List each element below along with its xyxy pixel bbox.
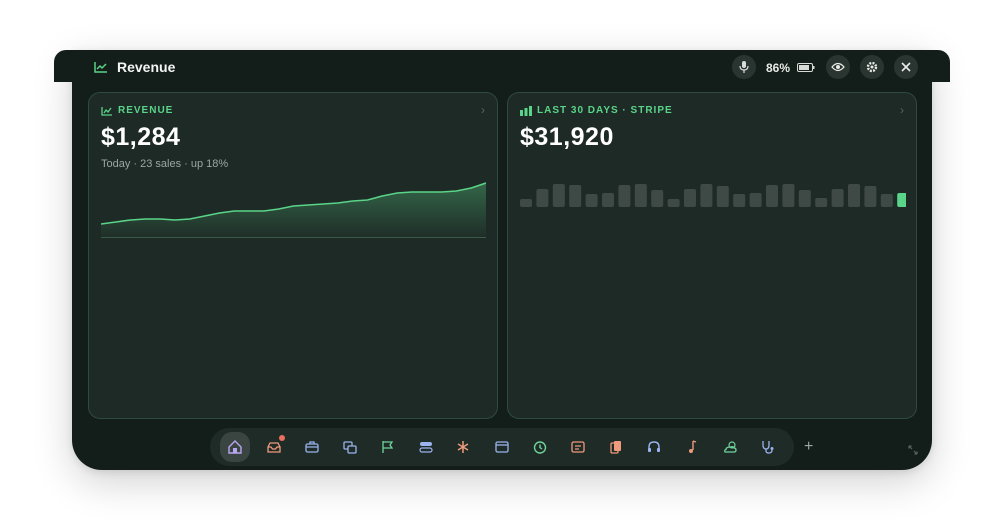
cards-icon — [610, 441, 621, 454]
toggles-icon — [419, 442, 433, 453]
stripe-value: $31,920 — [520, 123, 614, 151]
bar — [733, 194, 746, 207]
bar — [520, 199, 532, 207]
settings-button[interactable] — [860, 55, 884, 79]
microphone-button[interactable] — [732, 55, 756, 79]
chevron-right-icon[interactable]: › — [900, 103, 904, 117]
bar-chart-icon — [520, 106, 532, 116]
revenue-sparkline — [101, 182, 486, 238]
bar — [815, 198, 828, 207]
dock-item-stethoscope[interactable] — [756, 435, 780, 459]
weather-icon — [724, 441, 737, 453]
title-bar: Revenue 86% — [72, 50, 932, 84]
dock-item-home[interactable] — [220, 432, 250, 462]
gear-icon — [866, 61, 878, 73]
dock-item-asterisk[interactable] — [451, 435, 475, 459]
resize-icon[interactable] — [907, 444, 919, 456]
asterisk-icon — [457, 441, 469, 453]
bar — [684, 189, 696, 207]
dock-item-notes[interactable] — [566, 435, 590, 459]
bar — [766, 185, 778, 207]
close-button[interactable] — [894, 55, 918, 79]
bar — [651, 190, 664, 207]
browser-window-icon — [495, 441, 509, 453]
music-note-icon — [689, 440, 697, 453]
notification-badge — [279, 435, 285, 441]
window-title: Revenue — [117, 59, 176, 75]
bar — [569, 185, 582, 207]
chevron-right-icon[interactable]: › — [481, 103, 485, 117]
bar — [831, 189, 844, 207]
battery-percent: 86% — [766, 61, 791, 75]
add-widget-button[interactable]: + — [804, 438, 813, 456]
bar — [864, 186, 877, 207]
dock-item-browser-window[interactable] — [490, 435, 514, 459]
bar-today — [897, 193, 906, 207]
battery-icon — [797, 63, 815, 72]
bar — [667, 199, 680, 207]
inbox-tray-icon — [267, 442, 281, 453]
revenue-value: $1,284 — [101, 123, 181, 151]
dock-item-headphones[interactable] — [642, 435, 666, 459]
dock-item-weather[interactable] — [718, 435, 742, 459]
revenue-subtitle: Today · 23 sales · up 18% — [101, 158, 229, 170]
dock-item-toggles[interactable] — [414, 435, 438, 459]
eye-icon — [831, 62, 845, 72]
stethoscope-icon — [762, 441, 774, 454]
bar — [782, 184, 795, 207]
microphone-icon — [739, 61, 749, 73]
trend-chart-icon — [94, 62, 107, 73]
bar — [716, 186, 729, 207]
stripe-card-label: LAST 30 DAYS · STRIPE — [537, 105, 673, 116]
windows-icon — [343, 441, 357, 454]
bar — [700, 184, 713, 207]
dock-item-windows[interactable] — [338, 435, 362, 459]
bar — [536, 189, 549, 207]
flag-icon — [382, 441, 394, 453]
stripe-bar-chart — [520, 184, 906, 207]
trend-chart-icon — [101, 107, 112, 116]
dock-item-timer[interactable] — [528, 435, 552, 459]
bar — [552, 184, 565, 207]
bar — [618, 185, 631, 207]
revenue-card[interactable]: REVENUE › $1,284 Today · 23 sales · up 1… — [88, 92, 498, 419]
bar — [634, 184, 647, 207]
dock-item-music-note[interactable] — [679, 435, 703, 459]
dock-item-inbox-tray[interactable] — [262, 435, 286, 459]
close-icon — [901, 62, 911, 72]
dock-item-flag[interactable] — [376, 435, 400, 459]
bar — [798, 190, 811, 207]
dock-item-cards[interactable] — [604, 435, 628, 459]
stripe-card[interactable]: LAST 30 DAYS · STRIPE › $31,920 — [507, 92, 917, 419]
briefcase-icon — [305, 441, 319, 453]
app-window: Revenue 86% REVENUE › $1,284 Today · 23 … — [54, 50, 950, 470]
bar — [585, 194, 598, 207]
bar — [749, 193, 762, 207]
bar — [880, 194, 893, 207]
revenue-card-label: REVENUE — [118, 105, 174, 116]
bar — [602, 193, 614, 207]
home-icon — [228, 440, 242, 454]
visibility-button[interactable] — [826, 55, 850, 79]
bar — [848, 184, 860, 207]
headphones-icon — [648, 441, 660, 452]
notes-icon — [571, 441, 585, 453]
dock-item-briefcase[interactable] — [300, 435, 324, 459]
dock — [210, 428, 794, 466]
timer-icon — [533, 441, 547, 454]
